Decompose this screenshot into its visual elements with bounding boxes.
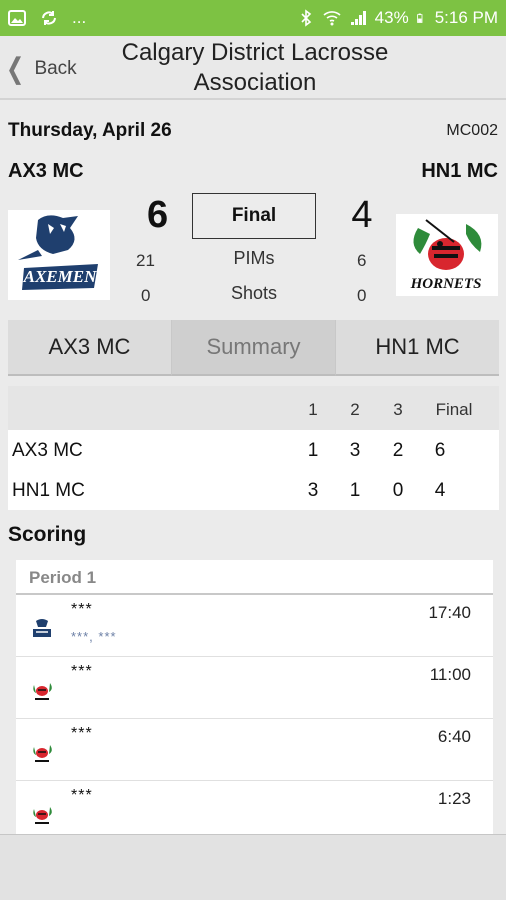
- hornets-logo-text: HORNETS: [410, 276, 482, 292]
- list-item[interactable]: *** ***, *** 17:40: [16, 595, 493, 657]
- shots-label: Shots: [230, 283, 278, 303]
- column-header: 1: [308, 400, 318, 419]
- goal-scorer: ***: [71, 601, 93, 618]
- goal-time: 11:00: [429, 665, 471, 684]
- period-header: Period 1: [16, 560, 493, 595]
- goal-time: 17:40: [428, 603, 471, 622]
- goal-scorer: ***: [71, 663, 93, 680]
- column-header: 2: [350, 400, 360, 419]
- goal-scorer: ***: [71, 725, 93, 742]
- battery-percent: 43%: [374, 8, 409, 27]
- game-detail: Thursday, April 26 MC002 AX3 MC HN1 MC A…: [0, 102, 506, 843]
- table-cell: 6: [434, 440, 446, 461]
- pims-label: PIMs: [233, 248, 275, 268]
- signal-icon: [350, 11, 366, 25]
- app-header: ❮ Back Calgary District Lacrosse Associa…: [0, 36, 506, 100]
- table-cell: 1: [349, 480, 361, 501]
- row-team-name: HN1 MC: [12, 480, 85, 501]
- axemen-logo-text: AXEMEN: [23, 267, 97, 286]
- tab-home-team[interactable]: AX3 MC: [8, 320, 171, 376]
- table-cell: 3: [349, 440, 361, 461]
- axemen-team-icon: [33, 619, 51, 637]
- clock: 5:16 PM: [434, 8, 498, 27]
- row-team-name: AX3 MC: [12, 440, 83, 461]
- list-item[interactable]: *** 6:40: [16, 719, 493, 781]
- battery-icon: [416, 13, 423, 23]
- back-label: Back: [34, 58, 77, 79]
- table-row: HN1 MC 3 1 0 4: [8, 470, 499, 510]
- back-button[interactable]: ❮ Back: [6, 52, 77, 85]
- table-cell: 0: [392, 480, 404, 501]
- goal-time: 1:23: [437, 789, 471, 808]
- more-notifications-text: ...: [72, 8, 87, 27]
- bluetooth-icon: [301, 9, 311, 27]
- goal-scorer: ***: [71, 787, 93, 804]
- hornets-team-icon: [33, 745, 52, 762]
- box-score-table: 1 2 3 Final AX3 MC 1 3 2 6 HN1 MC 3 1 0 …: [8, 386, 499, 510]
- table-cell: 3: [307, 480, 319, 501]
- table-cell: 2: [392, 440, 404, 461]
- hornets-team-icon: [33, 683, 52, 700]
- away-pims: 6: [357, 251, 367, 270]
- chevron-left-icon: ❮: [6, 52, 25, 85]
- scoring-title: Scoring: [8, 523, 87, 546]
- tab-summary[interactable]: Summary: [171, 320, 335, 376]
- home-team-name: AX3 MC: [8, 160, 84, 182]
- game-status-button[interactable]: Final: [192, 193, 316, 239]
- column-header: Final: [435, 400, 473, 419]
- status-bar: ... 43% 5:16 PM: [0, 0, 506, 36]
- tab-away-team[interactable]: HN1 MC: [335, 320, 499, 376]
- home-shots: 0: [141, 286, 151, 305]
- gallery-icon: [8, 10, 26, 26]
- table-cell: 1: [307, 440, 319, 461]
- goal-assists: ***, ***: [71, 629, 117, 644]
- period-scoring-list: Period 1 *** ***, *** 17:40 *** 11:00 **…: [16, 560, 493, 843]
- box-score-header: 1 2 3 Final: [8, 386, 499, 430]
- away-score: 4: [351, 194, 373, 236]
- hornets-logo: HORNETS: [396, 214, 498, 296]
- axemen-logo: AXEMEN: [8, 210, 110, 300]
- page-title: Calgary District Lacrosse Association: [121, 39, 389, 96]
- column-header: 3: [393, 400, 403, 419]
- away-team-name: HN1 MC: [421, 160, 498, 182]
- sync-icon: [42, 11, 56, 25]
- goal-time: 6:40: [437, 727, 471, 746]
- hornets-team-icon: [33, 807, 52, 824]
- table-row: AX3 MC 1 3 2 6: [8, 430, 499, 470]
- game-code: MC002: [446, 122, 498, 139]
- list-item[interactable]: *** 11:00: [16, 657, 493, 719]
- team-summary-tabs: AX3 MC Summary HN1 MC: [8, 320, 499, 376]
- home-pims: 21: [136, 251, 155, 270]
- away-shots: 0: [357, 286, 367, 305]
- table-cell: 4: [434, 480, 446, 501]
- bottom-bar: [0, 834, 506, 900]
- game-date: Thursday, April 26: [8, 120, 172, 141]
- wifi-icon: [323, 11, 341, 26]
